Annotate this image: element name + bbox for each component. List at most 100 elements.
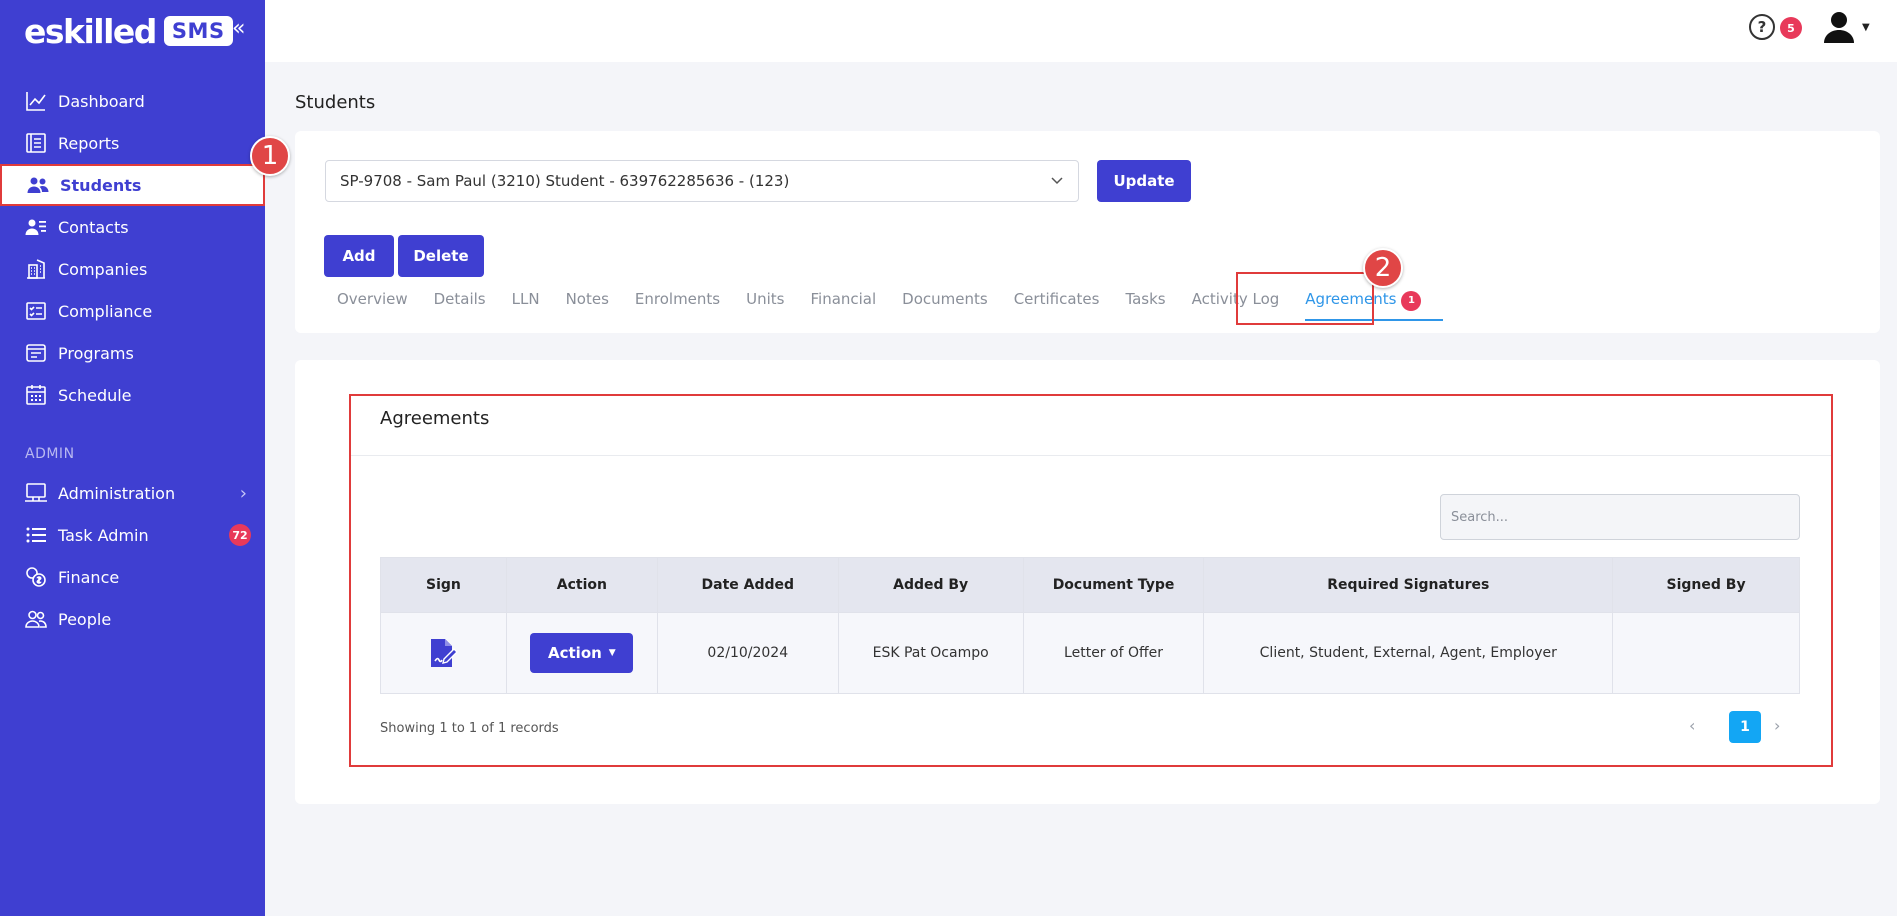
chevron-right-icon: ›: [239, 483, 247, 504]
tab-documents[interactable]: Documents: [902, 290, 988, 311]
action-cell: Action ▼: [505, 612, 658, 694]
sidebar-item-finance[interactable]: Finance: [0, 556, 265, 598]
tab-tasks[interactable]: Tasks: [1125, 290, 1165, 311]
sidebar-item-administration[interactable]: Administration ›: [0, 472, 265, 514]
sign-document-icon[interactable]: [427, 637, 459, 669]
task-count-badge: 72: [229, 524, 251, 546]
sidebar-item-label: People: [58, 609, 112, 629]
sidebar-item-label: Reports: [58, 133, 120, 153]
column-header-date-added[interactable]: Date Added: [656, 557, 839, 613]
pagination-next-icon[interactable]: ›: [1774, 716, 1780, 735]
sidebar-item-reports[interactable]: Reports: [0, 122, 265, 164]
sidebar-item-label: Students: [60, 175, 142, 195]
notification-badge: 5: [1780, 17, 1802, 39]
eskilled-logo[interactable]: eskilled SMS: [24, 10, 233, 52]
sidebar-item-label: Companies: [58, 259, 148, 279]
sidebar-item-dashboard[interactable]: Dashboard: [0, 80, 265, 122]
column-header-sign: Sign: [380, 557, 507, 613]
user-menu-caret-icon[interactable]: ▼: [1862, 22, 1870, 33]
step-callout-1: 1: [250, 136, 290, 176]
delete-button[interactable]: Delete: [398, 235, 484, 277]
sidebar-item-companies[interactable]: Companies: [0, 248, 265, 290]
tab-units[interactable]: Units: [746, 290, 784, 311]
column-header-document-type[interactable]: Document Type: [1022, 557, 1205, 613]
pagination-page-button[interactable]: 1: [1729, 711, 1761, 743]
agreements-count-badge: 1: [1401, 290, 1422, 311]
chart-line-icon: [26, 92, 46, 111]
sidebar-item-programs[interactable]: Programs: [0, 332, 265, 374]
added-by-cell: ESK Pat Ocampo: [837, 612, 1024, 694]
sign-cell: [380, 612, 507, 694]
sidebar-item-label: Administration: [58, 483, 176, 503]
update-button[interactable]: Update: [1097, 160, 1191, 202]
collapse-sidebar-icon[interactable]: «: [232, 16, 245, 41]
sidebar-item-contacts[interactable]: Contacts: [0, 206, 265, 248]
top-header: ? 5 ▼: [265, 0, 1897, 62]
sidebar-item-label: Schedule: [58, 385, 132, 405]
sidebar-item-students[interactable]: Students: [0, 164, 265, 206]
tab-financial[interactable]: Financial: [810, 290, 876, 311]
action-button-label: Action: [548, 644, 602, 662]
tab-certificates[interactable]: Certificates: [1014, 290, 1100, 311]
help-icon[interactable]: ?: [1749, 14, 1775, 40]
agreements-table: Sign Action Date Added Added By Document…: [380, 557, 1800, 694]
student-select[interactable]: SP-9708 - Sam Paul (3210) Student - 6397…: [325, 160, 1079, 202]
row-action-dropdown-button[interactable]: Action ▼: [530, 633, 634, 673]
logo-text: eskilled: [24, 11, 157, 51]
pagination-prev-icon[interactable]: ‹: [1689, 716, 1695, 735]
user-avatar-icon[interactable]: [1821, 10, 1857, 44]
agreements-card: Agreements Sign Action Date Added Added …: [295, 360, 1880, 804]
student-tabs: Overview Details LLN Notes Enrolments Un…: [337, 290, 1447, 320]
table-row: Action ▼ 02/10/2024 ESK Pat Ocampo Letter…: [380, 612, 1800, 694]
column-header-added-by[interactable]: Added By: [837, 557, 1024, 613]
tab-details[interactable]: Details: [434, 290, 486, 311]
tab-activity-log[interactable]: Activity Log: [1192, 290, 1280, 311]
list-icon: [26, 527, 46, 543]
sidebar-item-label: Compliance: [58, 301, 153, 321]
calendar-icon: [26, 385, 46, 405]
tab-enrolments[interactable]: Enrolments: [635, 290, 720, 311]
records-info: Showing 1 to 1 of 1 records: [380, 721, 559, 736]
step-callout-2: 2: [1363, 248, 1403, 288]
tab-lln[interactable]: LLN: [512, 290, 540, 311]
agreements-search-input[interactable]: [1440, 494, 1800, 540]
sidebar-item-task-admin[interactable]: Task Admin 72: [0, 514, 265, 556]
required-signatures-cell: Client, Student, External, Agent, Employ…: [1203, 612, 1614, 694]
signed-by-cell: [1612, 612, 1800, 694]
tab-notes[interactable]: Notes: [566, 290, 609, 311]
student-select-value: SP-9708 - Sam Paul (3210) Student - 6397…: [340, 172, 790, 190]
reports-icon: [26, 133, 46, 153]
buildings-icon: [27, 259, 45, 279]
column-header-signed-by[interactable]: Signed By: [1612, 557, 1800, 613]
contacts-icon: [25, 219, 46, 235]
chevron-down-icon: [1051, 177, 1063, 185]
window-icon: [26, 344, 46, 362]
sidebar-item-label: Task Admin: [58, 525, 149, 545]
agreements-panel: Agreements Sign Action Date Added Added …: [349, 394, 1833, 767]
users-icon: [27, 177, 49, 193]
document-type-cell: Letter of Offer: [1022, 612, 1205, 694]
sidebar-item-label: Contacts: [58, 217, 129, 237]
caret-down-icon: ▼: [608, 648, 616, 658]
checklist-icon: [26, 302, 46, 320]
student-header-card: SP-9708 - Sam Paul (3210) Student - 6397…: [295, 131, 1880, 333]
sidebar-item-schedule[interactable]: Schedule: [0, 374, 265, 416]
sidebar-item-label: Programs: [58, 343, 134, 363]
tab-agreements[interactable]: Agreements 1: [1305, 290, 1444, 320]
sidebar: eskilled SMS « Dashboard Reports Student…: [0, 0, 265, 916]
tab-overview[interactable]: Overview: [337, 290, 408, 311]
sidebar-item-people[interactable]: People: [0, 598, 265, 640]
panel-divider: [351, 455, 1831, 456]
sidebar-item-label: Dashboard: [58, 91, 145, 111]
agreements-title: Agreements: [380, 408, 490, 429]
sidebar-item-compliance[interactable]: Compliance: [0, 290, 265, 332]
tab-label: Agreements: [1305, 290, 1397, 308]
column-header-action: Action: [505, 557, 658, 613]
admin-nav: Administration › Task Admin 72 Finance P…: [0, 472, 265, 640]
add-button[interactable]: Add: [324, 235, 394, 277]
logo-badge: SMS: [163, 16, 233, 46]
main-nav: Dashboard Reports Students Contacts Comp…: [0, 80, 265, 416]
date-added-cell: 02/10/2024: [656, 612, 839, 694]
column-header-required-signatures[interactable]: Required Signatures: [1203, 557, 1614, 613]
coins-icon: [26, 567, 46, 587]
